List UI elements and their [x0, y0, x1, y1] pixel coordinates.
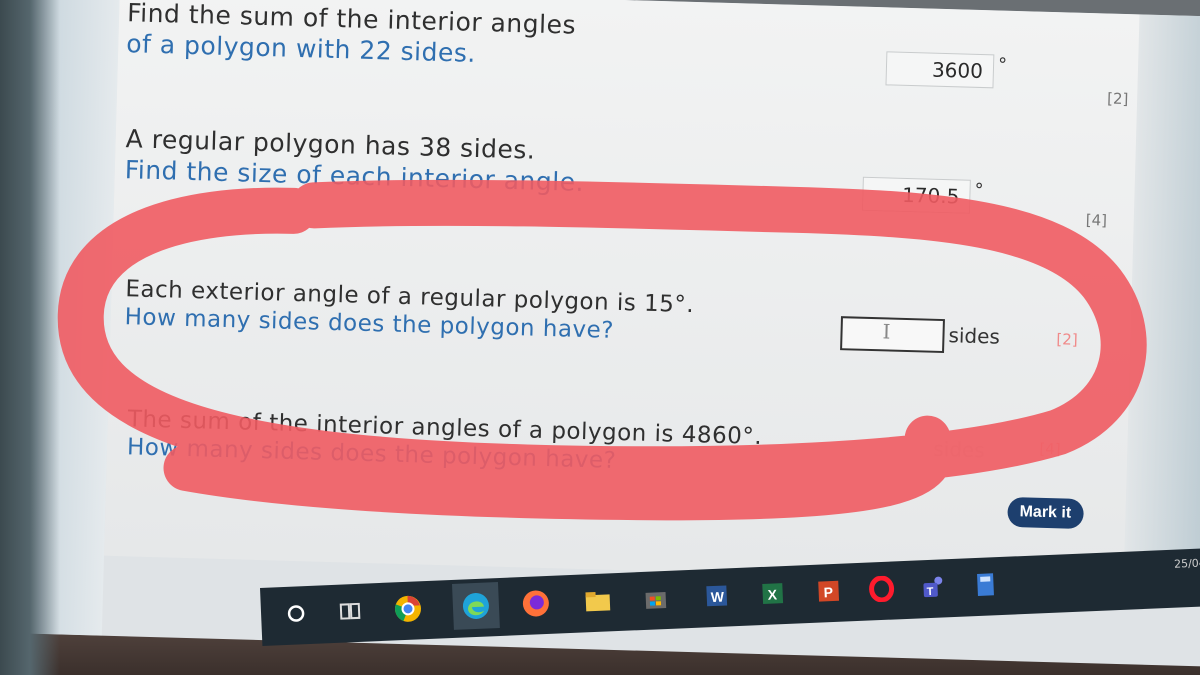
question-2-unit: °	[974, 179, 984, 202]
svg-text:X: X	[767, 586, 778, 602]
chrome-icon[interactable]	[390, 591, 425, 626]
question-3: Each exterior angle of a regular polygon…	[124, 276, 694, 346]
edge-icon[interactable]	[451, 582, 500, 630]
opera-icon[interactable]	[864, 571, 899, 606]
sidebar-label-total: otal	[0, 460, 25, 482]
mark-it-button[interactable]: Mark it	[1007, 496, 1084, 530]
system-tray-date[interactable]: 25/04	[1174, 556, 1200, 570]
excel-icon[interactable]: X	[754, 576, 789, 611]
sidebar-total: 20	[0, 534, 13, 556]
file-explorer-icon[interactable]	[580, 583, 615, 618]
question-2-marks: [4]	[1085, 210, 1108, 230]
question-4-unit: sides	[933, 436, 986, 463]
svg-text:W: W	[710, 589, 725, 606]
question-1: Find the sum of the interior angles of a…	[126, 0, 576, 71]
sidebar-score: 0	[0, 502, 9, 523]
worksheet: Find the sum of the interior angles of a…	[104, 0, 1140, 585]
question-1-unit: °	[997, 54, 1008, 76]
question-3-unit: sides	[948, 323, 1001, 349]
question-2: A regular polygon has 38 sides. Find the…	[124, 124, 585, 197]
calculator-icon[interactable]	[968, 567, 1003, 602]
teams-icon[interactable]: T	[916, 569, 951, 604]
text-cursor-icon: I	[882, 319, 891, 344]
svg-text:P: P	[823, 584, 833, 600]
left-sidebar: otal 0 20 h	[0, 0, 120, 636]
firefox-icon[interactable]	[518, 586, 553, 621]
svg-text:T: T	[927, 586, 934, 598]
word-icon[interactable]: W	[698, 578, 733, 613]
question-4-marks: [4]	[1039, 439, 1061, 459]
question-4: The sum of the interior angles of a poly…	[127, 406, 763, 478]
question-3-marks: [2]	[1056, 330, 1078, 349]
cortana-icon[interactable]	[278, 596, 313, 631]
question-2-answer-input[interactable]: 170.5	[861, 176, 971, 214]
task-view-icon[interactable]	[332, 594, 367, 629]
powerpoint-icon[interactable]: P	[810, 574, 845, 609]
question-1-answer-value: 3600	[931, 57, 984, 84]
question-1-marks: [2]	[1106, 89, 1129, 109]
store-icon[interactable]	[638, 581, 673, 616]
question-2-answer-value: 170.5	[901, 182, 960, 209]
question-3-answer-input[interactable]	[840, 316, 945, 354]
question-1-answer-input[interactable]: 3600	[885, 51, 995, 89]
